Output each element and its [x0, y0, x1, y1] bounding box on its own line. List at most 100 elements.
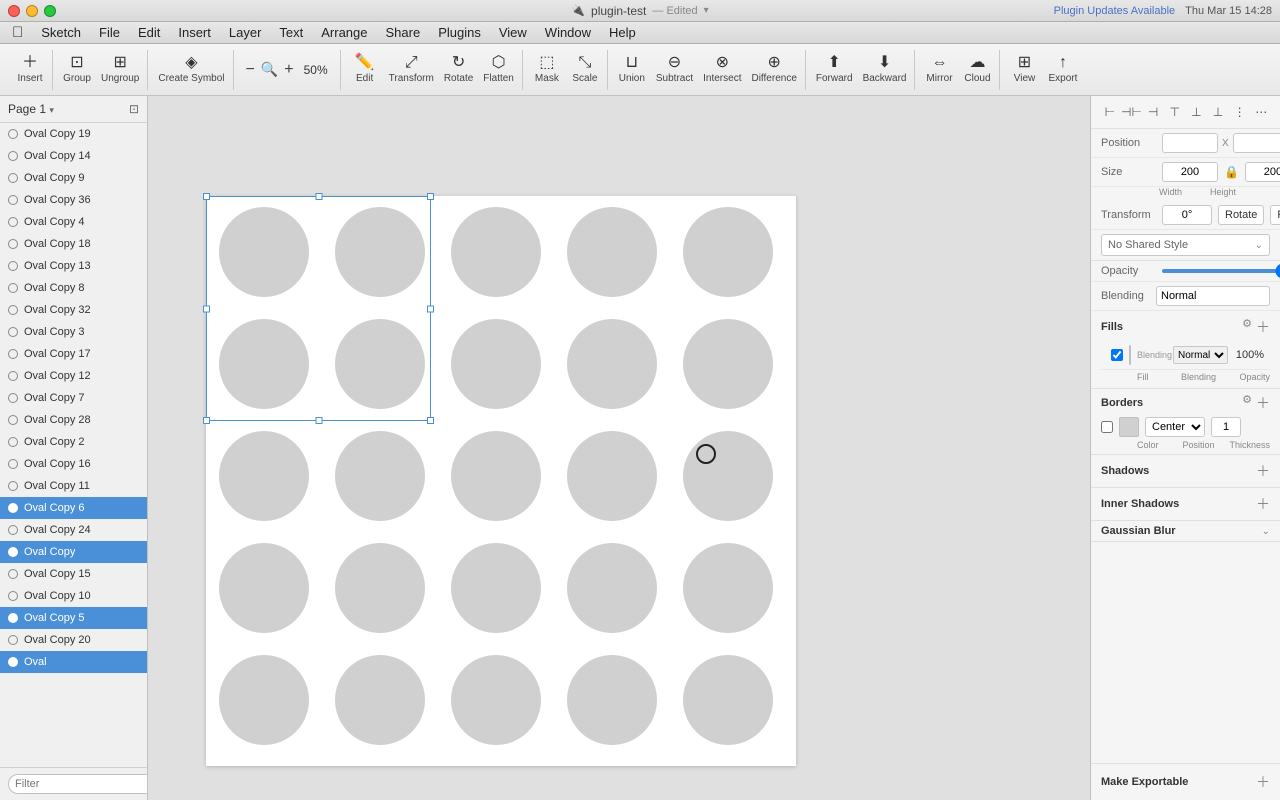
canvas-area[interactable] [148, 96, 1090, 800]
layer-item[interactable]: Oval Copy 6 [0, 497, 147, 519]
layer-item[interactable]: Oval Copy 8 [0, 277, 147, 299]
backward-button[interactable]: ⬇ Backward [859, 52, 911, 88]
layer-item[interactable]: Oval Copy 15 [0, 563, 147, 585]
rotate-button[interactable]: ↻ Rotate [440, 52, 477, 88]
circle-cell[interactable] [322, 644, 438, 756]
menu-view[interactable]: View [491, 23, 535, 42]
layer-item[interactable]: Oval Copy 11 [0, 475, 147, 497]
menu-layer[interactable]: Layer [221, 23, 270, 42]
create-symbol-button[interactable]: ◈ Create Symbol [154, 52, 228, 88]
circle-cell[interactable] [206, 308, 322, 420]
window-controls[interactable] [8, 5, 56, 17]
align-center-v-button[interactable]: ⊥ [1186, 102, 1206, 122]
layer-item[interactable]: Oval Copy 7 [0, 387, 147, 409]
align-bottom-edges-button[interactable]: ⊥ [1208, 102, 1228, 122]
layer-item[interactable]: Oval Copy 28 [0, 409, 147, 431]
maximize-button[interactable] [44, 5, 56, 17]
layer-item[interactable]: Oval Copy 32 [0, 299, 147, 321]
circle-cell[interactable] [322, 196, 438, 308]
chevron-down-icon[interactable]: ▾ [704, 5, 709, 16]
menu-edit[interactable]: Edit [130, 23, 168, 42]
apple-menu[interactable]:  [4, 24, 31, 41]
layer-item[interactable]: Oval Copy 14 [0, 145, 147, 167]
rotate-btn[interactable]: Rotate [1218, 205, 1264, 225]
layer-item[interactable]: Oval Copy 9 [0, 167, 147, 189]
layer-item[interactable]: Oval Copy 19 [0, 123, 147, 145]
difference-button[interactable]: ⊕ Difference [747, 52, 800, 88]
border-position-select[interactable]: Center [1145, 417, 1205, 437]
insert-button[interactable]: ＋ Insert [12, 52, 48, 88]
flip-btn[interactable]: Flip [1270, 205, 1280, 225]
forward-button[interactable]: ⬆ Forward [812, 52, 857, 88]
circle-cell[interactable] [206, 644, 322, 756]
circle-cell[interactable] [438, 420, 554, 532]
circle-cell[interactable] [670, 420, 786, 532]
intersect-button[interactable]: ⊗ Intersect [699, 52, 745, 88]
page-selector[interactable]: Page 1 ▾ [8, 102, 54, 116]
layer-item[interactable]: Oval Copy 20 [0, 629, 147, 651]
layer-item[interactable]: Oval Copy 4 [0, 211, 147, 233]
lock-icon[interactable]: 🔒 [1224, 165, 1239, 179]
menu-plugins[interactable]: Plugins [430, 23, 489, 42]
edit-button[interactable]: ✏️ Edit [347, 52, 383, 88]
circle-cell[interactable] [554, 420, 670, 532]
borders-add-button[interactable]: ＋ [1256, 393, 1270, 413]
menu-text[interactable]: Text [271, 23, 311, 42]
blending-select[interactable]: Normal [1156, 286, 1270, 306]
width-input[interactable] [1162, 162, 1218, 182]
borders-gear-icon[interactable]: ⚙ [1242, 393, 1252, 413]
fill-color-swatch[interactable] [1129, 345, 1131, 365]
align-left-edges-button[interactable]: ⊢ [1100, 102, 1120, 122]
circle-cell[interactable] [206, 532, 322, 644]
make-exportable-add-button[interactable]: ＋ [1256, 772, 1270, 792]
zoom-plus-button[interactable]: + [282, 59, 295, 81]
circle-cell[interactable] [670, 308, 786, 420]
x-input[interactable] [1162, 133, 1218, 153]
layer-item[interactable]: Oval Copy 24 [0, 519, 147, 541]
opacity-slider[interactable] [1162, 269, 1280, 273]
border-thickness-input[interactable] [1211, 417, 1241, 437]
border-checkbox[interactable] [1101, 421, 1113, 433]
inner-shadows-add-button[interactable]: ＋ [1256, 494, 1270, 514]
subtract-button[interactable]: ⊖ Subtract [652, 52, 697, 88]
layer-item[interactable]: Oval Copy 10 [0, 585, 147, 607]
fill-blending-select[interactable]: Normal [1173, 346, 1228, 364]
inner-shadows-section[interactable]: Inner Shadows ＋ [1091, 488, 1280, 521]
layer-item[interactable]: Oval Copy 2 [0, 431, 147, 453]
filter-input[interactable] [8, 774, 148, 794]
layer-item[interactable]: Oval Copy 5 [0, 607, 147, 629]
align-center-h-button[interactable]: ⊣⊢ [1121, 102, 1141, 122]
menu-window[interactable]: Window [537, 23, 599, 42]
layer-item[interactable]: Oval Copy 17 [0, 343, 147, 365]
shadows-add-button[interactable]: ＋ [1256, 461, 1270, 481]
shadows-section[interactable]: Shadows ＋ [1091, 455, 1280, 488]
circle-cell[interactable] [438, 644, 554, 756]
minimize-button[interactable] [26, 5, 38, 17]
circle-cell[interactable] [322, 532, 438, 644]
circle-cell[interactable] [554, 532, 670, 644]
circle-cell[interactable] [554, 644, 670, 756]
ungroup-button[interactable]: ⊞ Ungroup [97, 52, 143, 88]
circle-cell[interactable] [670, 532, 786, 644]
rotate-input[interactable] [1162, 205, 1212, 225]
layer-item[interactable]: Oval Copy 16 [0, 453, 147, 475]
circle-cell[interactable] [206, 196, 322, 308]
distribute-v-button[interactable]: ⋯ [1251, 102, 1271, 122]
layer-item[interactable]: Oval Copy 3 [0, 321, 147, 343]
fill-checkbox[interactable] [1111, 349, 1123, 361]
layer-item[interactable]: Oval Copy 36 [0, 189, 147, 211]
union-button[interactable]: ⊔ Union [614, 52, 650, 88]
menu-file[interactable]: File [91, 23, 128, 42]
layer-item[interactable]: Oval Copy 13 [0, 255, 147, 277]
close-button[interactable] [8, 5, 20, 17]
border-color-swatch[interactable] [1119, 417, 1139, 437]
transform-button[interactable]: ⤢ Transform [385, 52, 438, 88]
mirror-button[interactable]: ⇔ Mirror [921, 52, 957, 88]
align-top-edges-button[interactable]: ⊤ [1165, 102, 1185, 122]
zoom-minus-button[interactable]: − [244, 59, 257, 81]
shared-style-selector[interactable]: No Shared Style ⌄ [1101, 234, 1270, 256]
menu-share[interactable]: Share [378, 23, 429, 42]
gaussian-blur-section[interactable]: Gaussian Blur ⌄ [1091, 521, 1280, 542]
menu-insert[interactable]: Insert [170, 23, 219, 42]
menu-arrange[interactable]: Arrange [313, 23, 375, 42]
